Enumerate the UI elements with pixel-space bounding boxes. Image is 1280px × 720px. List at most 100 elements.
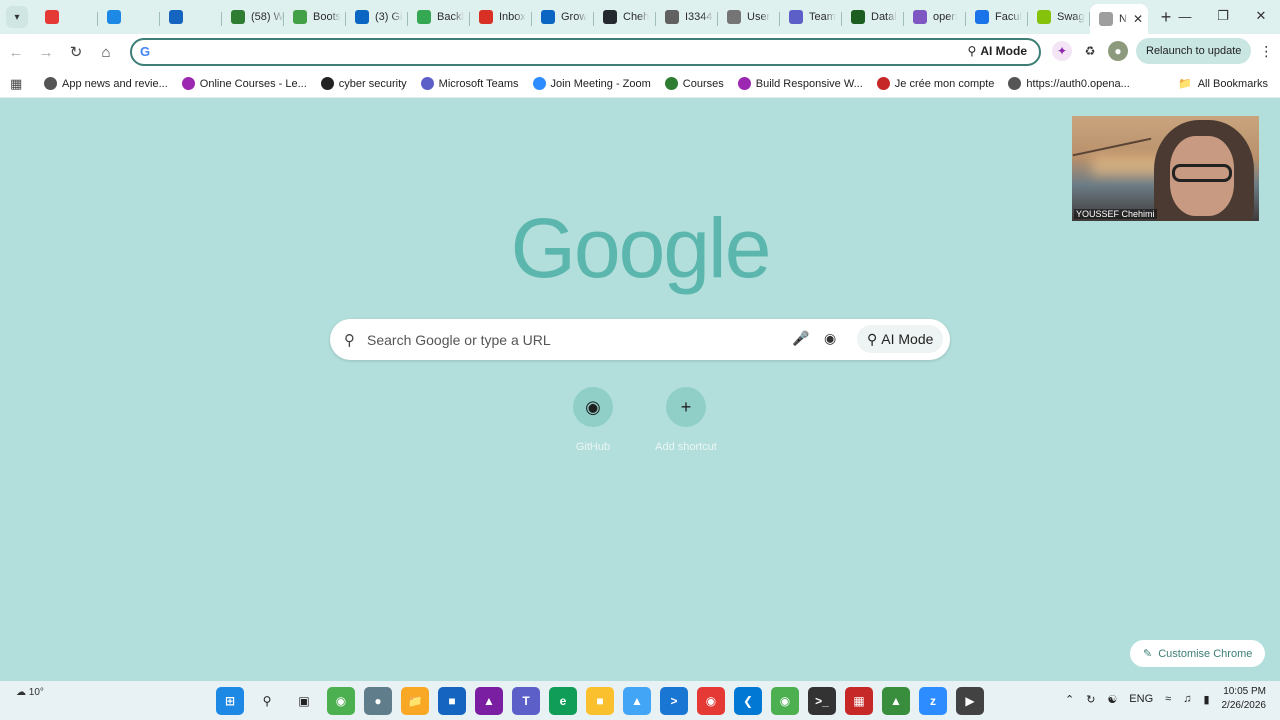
cloud-icon: ☁ [16,687,26,698]
home-button[interactable]: ⌂ [92,38,120,66]
address-bar[interactable]: G ⚲ AI Mode [130,38,1041,66]
relaunch-button[interactable]: Relaunch to update [1136,38,1252,64]
bookmark-item[interactable]: Online Courses - Le... [181,77,307,90]
battery-icon[interactable]: ▮ [1203,693,1209,706]
bookmark-label: Courses [682,77,724,90]
browser-tab[interactable]: Boots [284,3,346,31]
minimize-icon[interactable]: — [1166,0,1204,32]
all-bookmarks-button[interactable]: 📁 All Bookmarks [1178,77,1268,91]
apps-grid-icon[interactable]: ▦ [10,76,26,92]
powershell-icon[interactable]: > [660,687,688,715]
bookmark-item[interactable]: cyber security [320,77,407,90]
tab-search-button[interactable]: ▾ [6,6,28,28]
volume-icon[interactable]: ♫ [1183,693,1191,705]
visual-studio-icon[interactable]: ▲ [475,687,503,715]
customise-chrome-button[interactable]: ✎ Customise Chrome [1130,640,1266,667]
bookmark-item[interactable]: Build Responsive W... [737,77,863,90]
clock[interactable]: 10:05 PM 2/26/2026 [1222,685,1267,713]
address-bar-ai-mode-button[interactable]: ⚲ AI Mode [968,44,1027,58]
tab-favicon-icon [355,10,369,24]
bookmark-item[interactable]: App news and revie... [44,77,168,90]
microphone-icon[interactable]: 🎤 [792,330,809,347]
gemini-icon[interactable]: ✦ [1052,41,1072,61]
restore-icon[interactable]: ❐ [1204,0,1242,32]
browser-tab[interactable] [36,3,98,31]
app-icon[interactable]: ● [364,687,392,715]
close-window-icon[interactable]: ✕ [1242,0,1280,32]
browser-tab[interactable] [160,3,222,31]
browser-tab[interactable]: Facul [966,3,1028,31]
language-indicator[interactable]: ENG [1129,693,1153,705]
browser-tab[interactable]: open [904,3,966,31]
weather-widget[interactable]: ☁ 10° [16,687,44,698]
store-icon[interactable]: ■ [438,687,466,715]
forward-button[interactable]: → [32,38,60,66]
browser-tab[interactable]: User [718,3,780,31]
search-box[interactable]: ⚲ 🎤 ◉ ⚲ AI Mode [330,319,950,360]
chrome-profile-icon[interactable]: ◉ [771,687,799,715]
bookmark-favicon-icon [737,77,751,90]
task-view-icon[interactable]: ▣ [290,687,318,715]
chrome-icon[interactable]: ◉ [327,687,355,715]
search-ai-mode-button[interactable]: ⚲ AI Mode [857,325,944,353]
chrome-profile-icon[interactable]: ◉ [697,687,725,715]
close-tab-icon[interactable]: ✕ [1133,12,1143,26]
browser-tab[interactable] [98,3,160,31]
file-explorer-icon[interactable]: 📁 [401,687,429,715]
search-input[interactable] [367,331,767,348]
system-tray: ⌃ ↻ ☯ ENG ≈ ♫ ▮ 10:05 PM 2/26/2026 [1065,685,1266,713]
app-icon[interactable]: ■ [586,687,614,715]
lens-camera-icon[interactable]: ◉ [824,330,836,347]
terminal-icon[interactable]: >_ [808,687,836,715]
taskbar-search-icon[interactable]: ⚲ [253,687,281,715]
shortcut-add[interactable]: + Add shortcut [646,387,726,453]
bookmark-item[interactable]: Je crée mon compte [876,77,994,90]
edge-icon[interactable]: e [549,687,577,715]
browser-tab[interactable]: Cheh [594,3,656,31]
menu-kebab-icon[interactable]: ⋮ [1259,43,1273,60]
zoom-icon[interactable]: z [919,687,947,715]
tab-favicon-icon [789,10,803,24]
browser-tab[interactable]: Grow [532,3,594,31]
browser-tab[interactable]: Inbox [470,3,532,31]
tab-title: (3) Gi [375,11,403,23]
windows-start-icon[interactable]: ⊞ [216,687,244,715]
teams-icon[interactable]: T [512,687,540,715]
tab-favicon-icon [1099,12,1113,26]
browser-tab[interactable]: Swag [1028,3,1090,31]
mongodb-icon[interactable]: ▲ [882,687,910,715]
media-player-icon[interactable]: ▶ [956,687,984,715]
network-icon[interactable]: ☯ [1107,693,1117,706]
tab-strip: ▾ (58) W Boots (3) Gi Backl Inbox Grow Cheh I33… [0,0,1280,34]
video-call-thumbnail[interactable]: YOUSSEF Chehimi [1072,116,1259,221]
app-icon[interactable]: ▦ [845,687,873,715]
wifi-icon[interactable]: ≈ [1165,693,1171,705]
browser-tab[interactable]: Datal [842,3,904,31]
bookmark-item[interactable]: https://auth0.opena... [1008,77,1130,90]
browser-tab[interactable]: (58) W [222,3,284,31]
vscode-icon[interactable]: ❮ [734,687,762,715]
chevron-down-icon: ▾ [14,11,20,23]
browser-tab[interactable]: Backl [408,3,470,31]
active-tab[interactable]: N ✕ [1090,4,1148,34]
participant-name: YOUSSEF Chehimi [1074,209,1157,219]
chevron-up-icon[interactable]: ⌃ [1065,693,1074,706]
profile-avatar[interactable]: ● [1108,41,1128,61]
browser-tab[interactable]: I3344 [656,3,718,31]
bookmark-item[interactable]: Courses [664,77,724,90]
bookmark-favicon-icon [1008,77,1022,90]
weather-temp: 10° [28,687,44,698]
browser-tab[interactable]: (3) Gi [346,3,408,31]
arrow-right-icon: → [38,43,54,61]
app-icon[interactable]: ▲ [623,687,651,715]
reload-button[interactable]: ↻ [62,38,90,66]
browser-tab[interactable]: Team [780,3,842,31]
folder-icon: 📁 [1178,78,1192,90]
shortcut-github[interactable]: ◉ GitHub [553,387,633,453]
tab-favicon-icon [293,10,307,24]
extensions-icon[interactable]: ♻ [1080,41,1100,61]
back-button[interactable]: ← [2,38,30,66]
bookmark-item[interactable]: Join Meeting - Zoom [532,77,651,90]
sync-icon[interactable]: ↻ [1086,693,1095,706]
bookmark-item[interactable]: Microsoft Teams [420,77,519,90]
